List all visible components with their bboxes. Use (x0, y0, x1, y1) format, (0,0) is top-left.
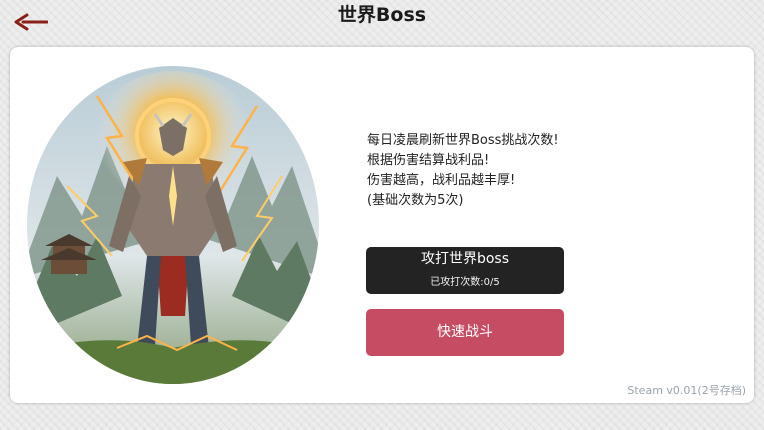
attack-boss-button[interactable]: 攻打世界boss 已攻打次数:0/5 (366, 247, 564, 294)
fast-battle-button[interactable]: 快速战斗 (366, 309, 564, 356)
attack-count-text: 已攻打次数:0/5 (430, 277, 500, 288)
description-line: 伤害越高，战利品越丰厚! (367, 173, 516, 188)
version-label: Steam v0.01(2号存档) (627, 384, 746, 397)
page-title: 世界Boss (337, 4, 427, 26)
world-boss-card: 每日凌晨刷新世界Boss挑战次数! 根据伤害结算战利品! 伤害越高，战利品越丰厚… (10, 47, 754, 403)
attack-boss-label: 攻打世界boss (420, 251, 510, 267)
boss-illustration (27, 66, 319, 384)
boss-portrait (27, 66, 319, 384)
description-line: 每日凌晨刷新世界Boss挑战次数! (367, 133, 559, 148)
description-line: 根据伤害结算战利品! (367, 153, 490, 168)
boss-description: 每日凌晨刷新世界Boss挑战次数! 根据伤害结算战利品! 伤害越高，战利品越丰厚… (367, 131, 627, 211)
description-line: (基础次数为5次) (367, 193, 464, 208)
